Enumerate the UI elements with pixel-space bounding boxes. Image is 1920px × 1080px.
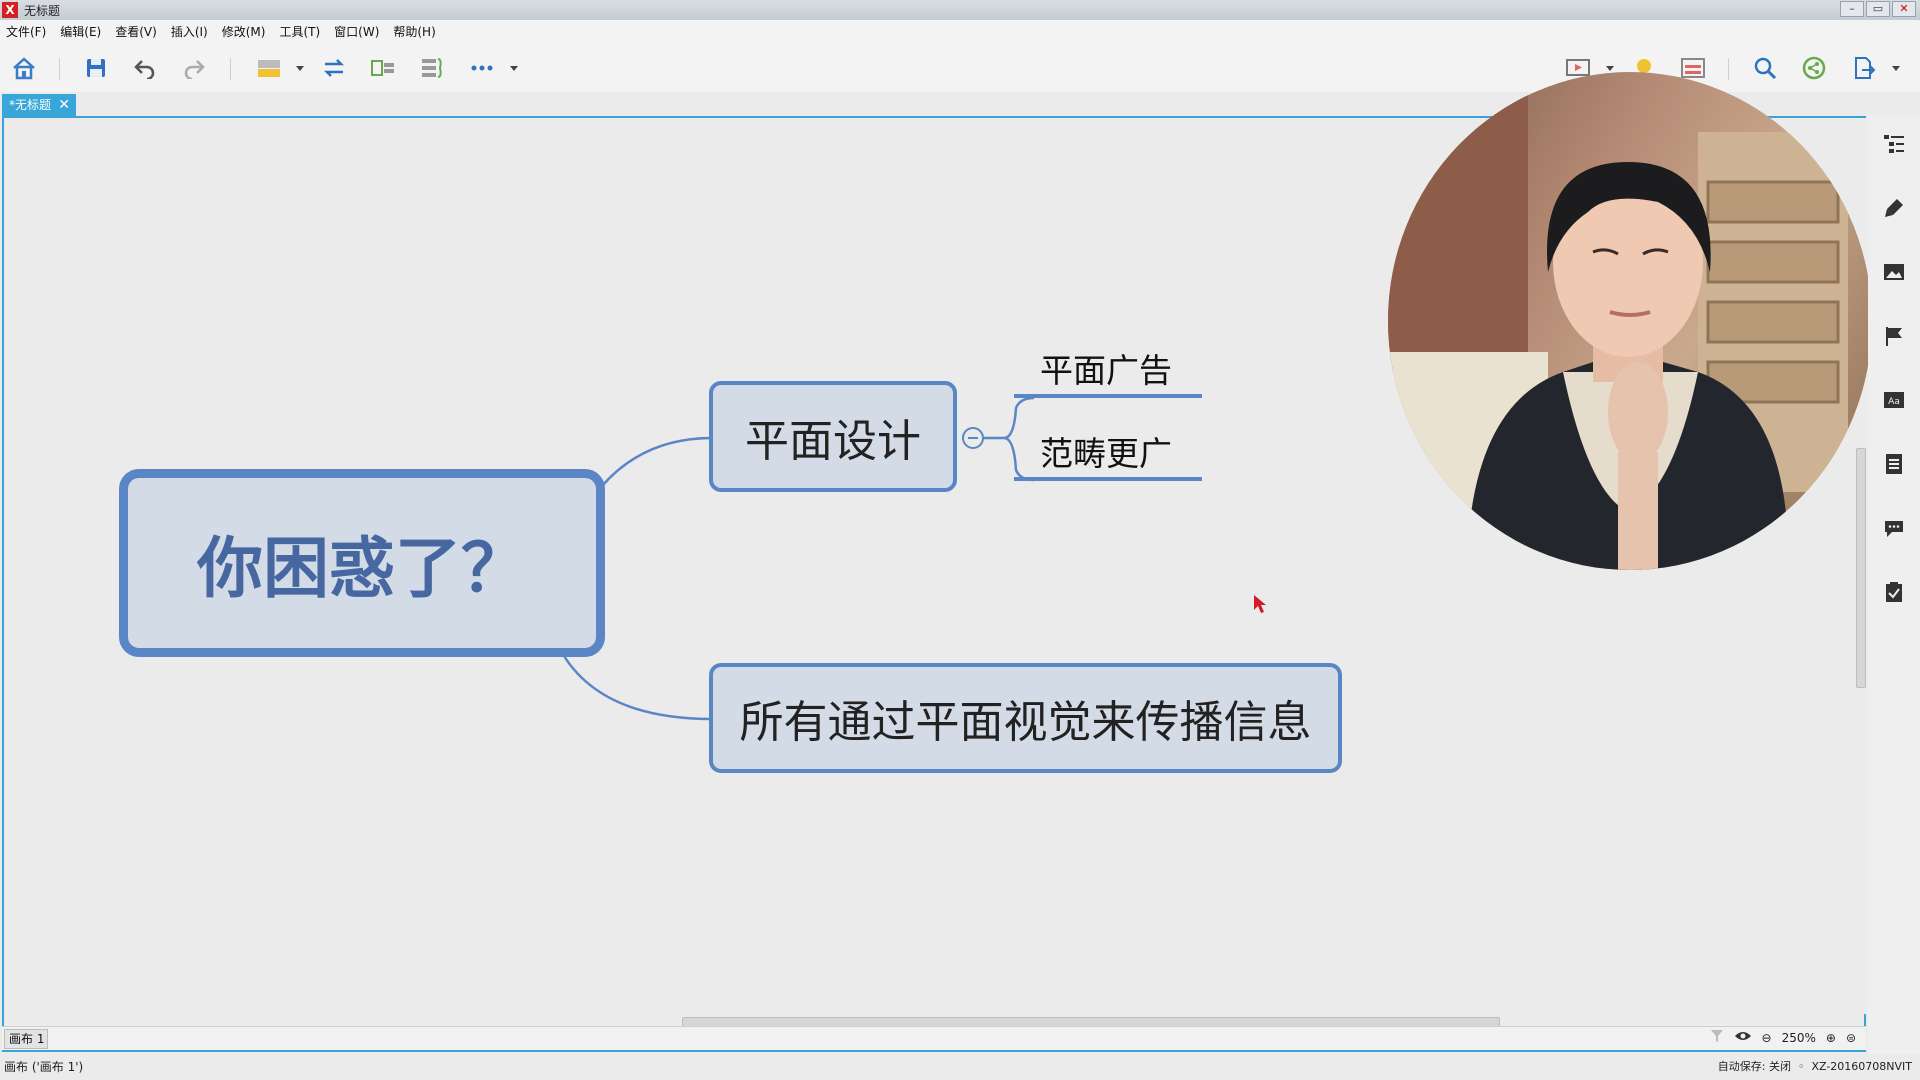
undo-icon[interactable] xyxy=(131,54,159,82)
outline-icon[interactable] xyxy=(1880,130,1908,158)
format-icon[interactable] xyxy=(1880,194,1908,222)
fit-icon[interactable]: ⊜ xyxy=(1846,1031,1856,1045)
zoom-level: 250% xyxy=(1781,1030,1816,1045)
sheet-tab[interactable]: 画布 1 xyxy=(4,1029,48,1049)
menu-tools[interactable]: 工具(T) xyxy=(279,23,320,40)
zoom-out-icon[interactable]: ⊖ xyxy=(1762,1031,1772,1045)
title-bar: X 无标题 – ▭ ✕ xyxy=(0,0,1920,20)
status-dot-icon: ◦ xyxy=(1794,1060,1808,1073)
notes-icon[interactable] xyxy=(1880,450,1908,478)
window-title: 无标题 xyxy=(24,3,61,18)
summary-icon[interactable] xyxy=(369,54,397,82)
vertical-scroll-thumb[interactable] xyxy=(1856,448,1866,688)
save-icon[interactable] xyxy=(82,54,110,82)
eye-icon[interactable] xyxy=(1734,1030,1752,1045)
tab-close-icon[interactable]: ✕ xyxy=(58,94,70,116)
task-icon[interactable] xyxy=(1880,578,1908,606)
menu-edit[interactable]: 编辑(E) xyxy=(60,23,101,40)
boundary-icon[interactable] xyxy=(418,54,446,82)
menu-insert[interactable]: 插入(I) xyxy=(171,23,208,40)
close-icon[interactable]: ✕ xyxy=(1892,1,1916,17)
svg-text:Aa: Aa xyxy=(1888,397,1900,407)
filter-icon[interactable] xyxy=(1710,1029,1724,1046)
branch-topic-visual-info[interactable]: 所有通过平面视觉来传播信息 xyxy=(709,663,1342,773)
status-bar: 画布 ('画布 1') 自动保存: 关闭 ◦ XZ-20160708NVIT xyxy=(0,1054,1920,1080)
menu-window[interactable]: 窗口(W) xyxy=(334,23,379,40)
right-panel: Aa xyxy=(1868,116,1920,1054)
canvas-tab-bar: 画布 1 ⊖ 250% ⊕ ⊜ xyxy=(2,1026,1866,1050)
image-icon[interactable] xyxy=(1880,258,1908,286)
webcam-overlay xyxy=(1388,72,1872,570)
menu-view[interactable]: 查看(V) xyxy=(115,23,157,40)
comment-icon[interactable] xyxy=(1880,514,1908,542)
status-canvas: 画布 ('画布 1') xyxy=(4,1060,84,1074)
autosave-status: 自动保存: 关闭 xyxy=(1717,1060,1791,1073)
document-tab[interactable]: *无标题 ✕ xyxy=(2,94,76,116)
more-icon[interactable] xyxy=(468,54,496,82)
minimize-icon[interactable]: – xyxy=(1840,1,1864,17)
mouse-cursor-icon xyxy=(1254,595,1266,613)
machine-name: XZ-20160708NVIT xyxy=(1811,1060,1912,1073)
zoom-controls: ⊖ 250% ⊕ ⊜ xyxy=(1710,1029,1856,1046)
root-topic[interactable]: 你困惑了？ xyxy=(119,469,605,657)
redo-icon[interactable] xyxy=(180,54,208,82)
export-icon[interactable] xyxy=(1850,54,1878,82)
text-icon[interactable]: Aa xyxy=(1880,386,1908,414)
share-icon[interactable] xyxy=(1800,54,1828,82)
document-tab-label: *无标题 xyxy=(9,98,52,112)
marker-icon[interactable] xyxy=(1880,322,1908,350)
search-icon[interactable] xyxy=(1751,54,1779,82)
relationship-icon[interactable] xyxy=(320,54,348,82)
maximize-icon[interactable]: ▭ xyxy=(1866,1,1890,17)
subtopic-underline xyxy=(1014,394,1202,398)
zoom-in-icon[interactable]: ⊕ xyxy=(1826,1031,1836,1045)
menu-modify[interactable]: 修改(M) xyxy=(222,23,266,40)
presenter-video-image xyxy=(1388,72,1848,570)
window-controls: – ▭ ✕ xyxy=(1840,1,1916,17)
app-logo: X xyxy=(2,2,18,18)
subtopic-broader-scope[interactable]: 范畴更广 xyxy=(1040,427,1172,475)
menu-help[interactable]: 帮助(H) xyxy=(393,23,435,40)
topic-icon[interactable] xyxy=(255,54,283,82)
home-icon[interactable] xyxy=(10,54,38,82)
subtopic-print-ads[interactable]: 平面广告 xyxy=(1040,344,1172,392)
menu-file[interactable]: 文件(F) xyxy=(6,23,46,40)
menu-bar: 文件(F) 编辑(E) 查看(V) 插入(I) 修改(M) 工具(T) 窗口(W… xyxy=(0,20,1920,42)
subtopic-underline xyxy=(1014,477,1202,481)
branch-topic-graphic-design[interactable]: 平面设计 xyxy=(709,381,957,492)
status-right: 自动保存: 关闭 ◦ XZ-20160708NVIT xyxy=(1718,1054,1912,1080)
